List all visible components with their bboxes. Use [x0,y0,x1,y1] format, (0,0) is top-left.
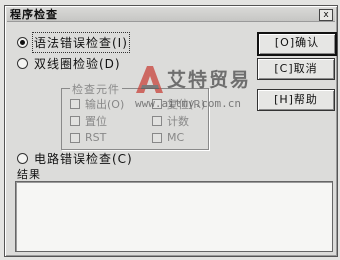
checkbox-mc[interactable]: MC [152,131,184,144]
checkbox-reset[interactable]: 复位(R) [152,96,205,112]
radio-syntax-check[interactable]: 语法错误检查(I) [17,31,130,53]
checkbox-box[interactable] [70,99,80,109]
checkbox-box[interactable] [70,132,80,143]
checkbox-rst[interactable]: RST [70,131,106,144]
program-check-dialog: 程序检查 x 语法错误检查(I) 双线圈检验(D) 检查元件 输出(O) 置位 … [4,5,338,257]
radio-label-syntax: 语法错误检查(I) [32,31,130,53]
radio-label-double-coil: 双线圈检验(D) [34,56,121,71]
checkbox-box[interactable] [70,116,80,126]
result-output-box[interactable] [15,181,333,252]
cancel-button[interactable]: [C]取消 [257,58,335,80]
radio-button-double-coil[interactable] [17,57,28,69]
help-button[interactable]: [H]帮助 [257,89,335,111]
checkbox-label: MC [167,131,185,144]
radio-double-coil-check[interactable]: 双线圈检验(D) [17,55,121,71]
checkbox-set[interactable]: 置位 [70,113,107,129]
checkbox-counter[interactable]: 计数 [152,113,189,129]
radio-circuit-check[interactable]: 电路错误检查(C) [17,150,133,166]
close-button[interactable]: x [319,9,333,21]
close-icon: x [323,10,329,20]
checkbox-label: RST [85,131,107,144]
checkbox-box[interactable] [152,132,162,143]
check-elements-group: 检查元件 输出(O) 置位 RST 复位(R) 计数 MC [61,81,209,150]
title-bar: 程序检查 x [7,8,335,22]
ok-button[interactable]: [O]确认 [257,32,337,56]
dialog-title: 程序检查 [10,8,58,21]
radio-button-syntax[interactable] [17,36,28,48]
radio-label-circuit: 电路错误检查(C) [34,151,133,166]
checkbox-output[interactable]: 输出(O) [70,96,124,112]
checkbox-label: 输出(O) [85,98,125,111]
radio-button-circuit[interactable] [17,152,28,164]
checkbox-box[interactable] [152,99,162,109]
checkbox-label: 复位(R) [167,98,206,111]
checkbox-label: 置位 [85,115,107,128]
result-label: 结果 [17,168,41,181]
checkbox-label: 计数 [167,115,189,128]
checkbox-box[interactable] [152,116,162,126]
group-label: 检查元件 [70,81,122,97]
